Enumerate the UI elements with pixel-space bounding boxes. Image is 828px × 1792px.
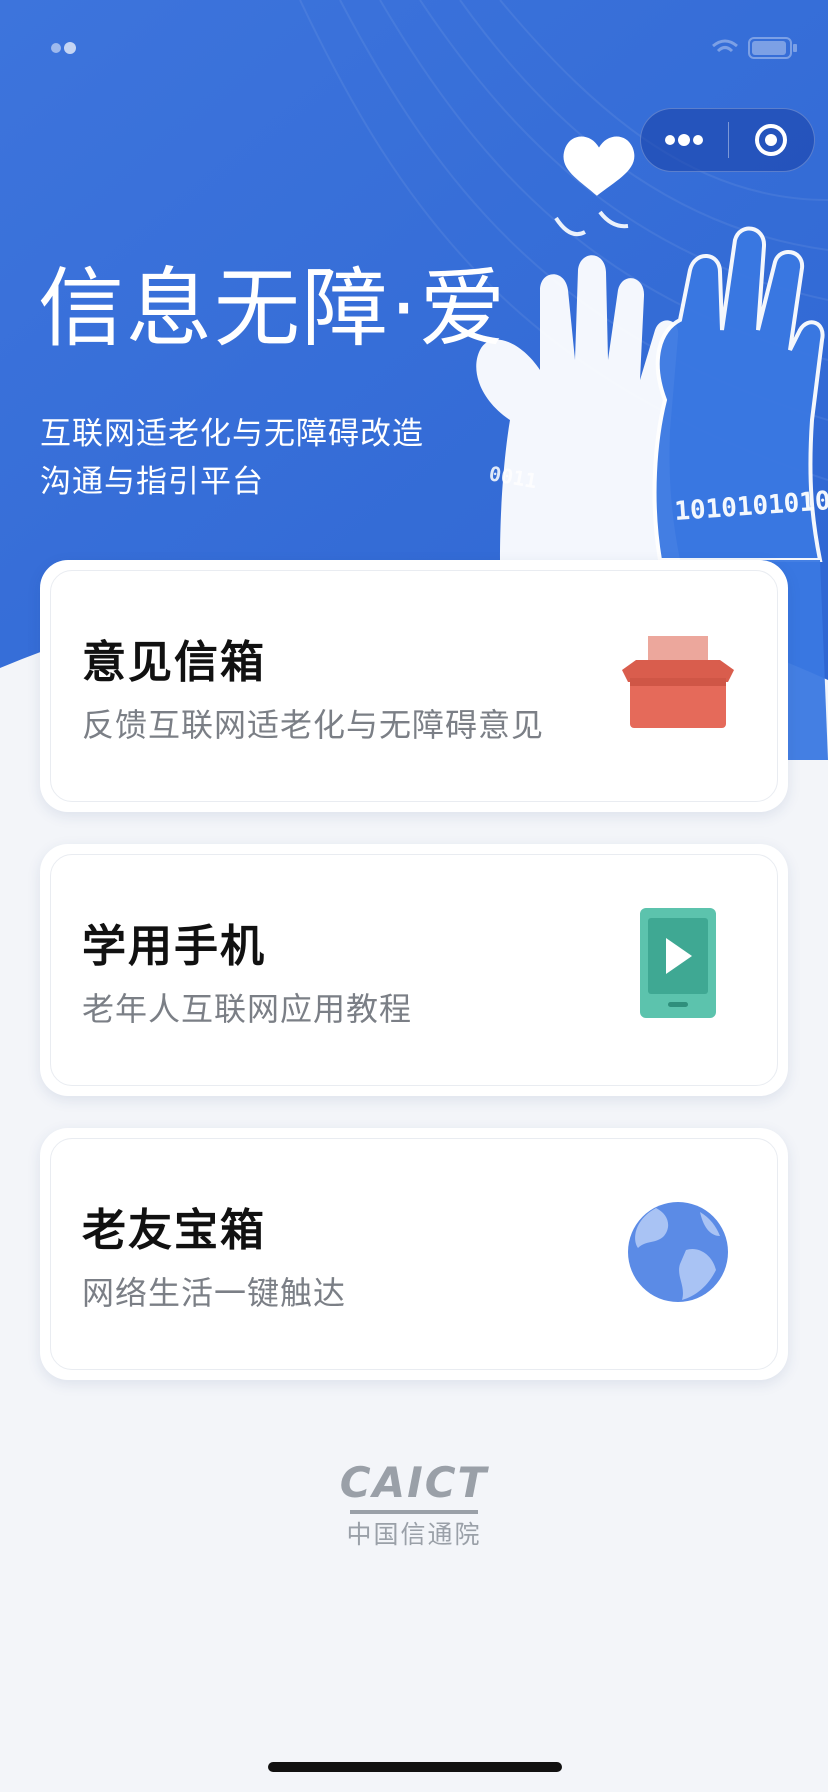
signal-icon (51, 42, 76, 54)
caict-logo: CAICT 中国信通院 (0, 1462, 828, 1550)
more-dots-icon (665, 134, 704, 146)
battery-icon (748, 37, 797, 59)
hero-subtitle-line-2: 沟通与指引平台 (40, 464, 264, 500)
target-close-icon (755, 124, 788, 156)
mailbox-icon (622, 636, 734, 728)
card-description: 网络生活一键触达 (82, 1274, 347, 1312)
close-button[interactable] (729, 108, 815, 172)
card-title: 学用手机 (82, 921, 266, 972)
hero-title-dot: · (390, 259, 420, 359)
card-feedback-mailbox[interactable]: 意见信箱 反馈互联网适老化与无障碍意见 (40, 560, 788, 812)
home-indicator[interactable] (268, 1762, 562, 1772)
hero-subtitle: 互联网适老化与无障碍改造 沟通与指引平台 (40, 410, 424, 506)
card-old-friend-box[interactable]: 老友宝箱 网络生活一键触达 (40, 1128, 788, 1380)
hero-title-main: 信息无障 (38, 259, 390, 359)
card-description: 反馈互联网适老化与无障碍意见 (82, 706, 545, 744)
hero-subtitle-line-1: 互联网适老化与无障碍改造 (40, 416, 424, 452)
card-description: 老年人互联网应用教程 (82, 990, 413, 1028)
wifi-icon (712, 39, 738, 53)
logo-text-cn: 中国信通院 (346, 1520, 482, 1549)
logo-underline (350, 1510, 478, 1514)
globe-icon (628, 1202, 728, 1302)
status-bar-right (710, 30, 798, 66)
mini-program-capsule (640, 108, 815, 172)
card-title: 老友宝箱 (82, 1205, 266, 1256)
card-title: 意见信箱 (82, 637, 266, 688)
more-button[interactable] (641, 108, 728, 172)
hero-title: 信息无障·爱 (38, 262, 507, 357)
status-bar-left (46, 30, 86, 66)
logo-text-en: CAICT (339, 1458, 489, 1507)
phone-play-icon (640, 908, 716, 1018)
hero-title-tail: 爱 (419, 259, 508, 359)
card-learn-phone[interactable]: 学用手机 老年人互联网应用教程 (40, 844, 788, 1096)
